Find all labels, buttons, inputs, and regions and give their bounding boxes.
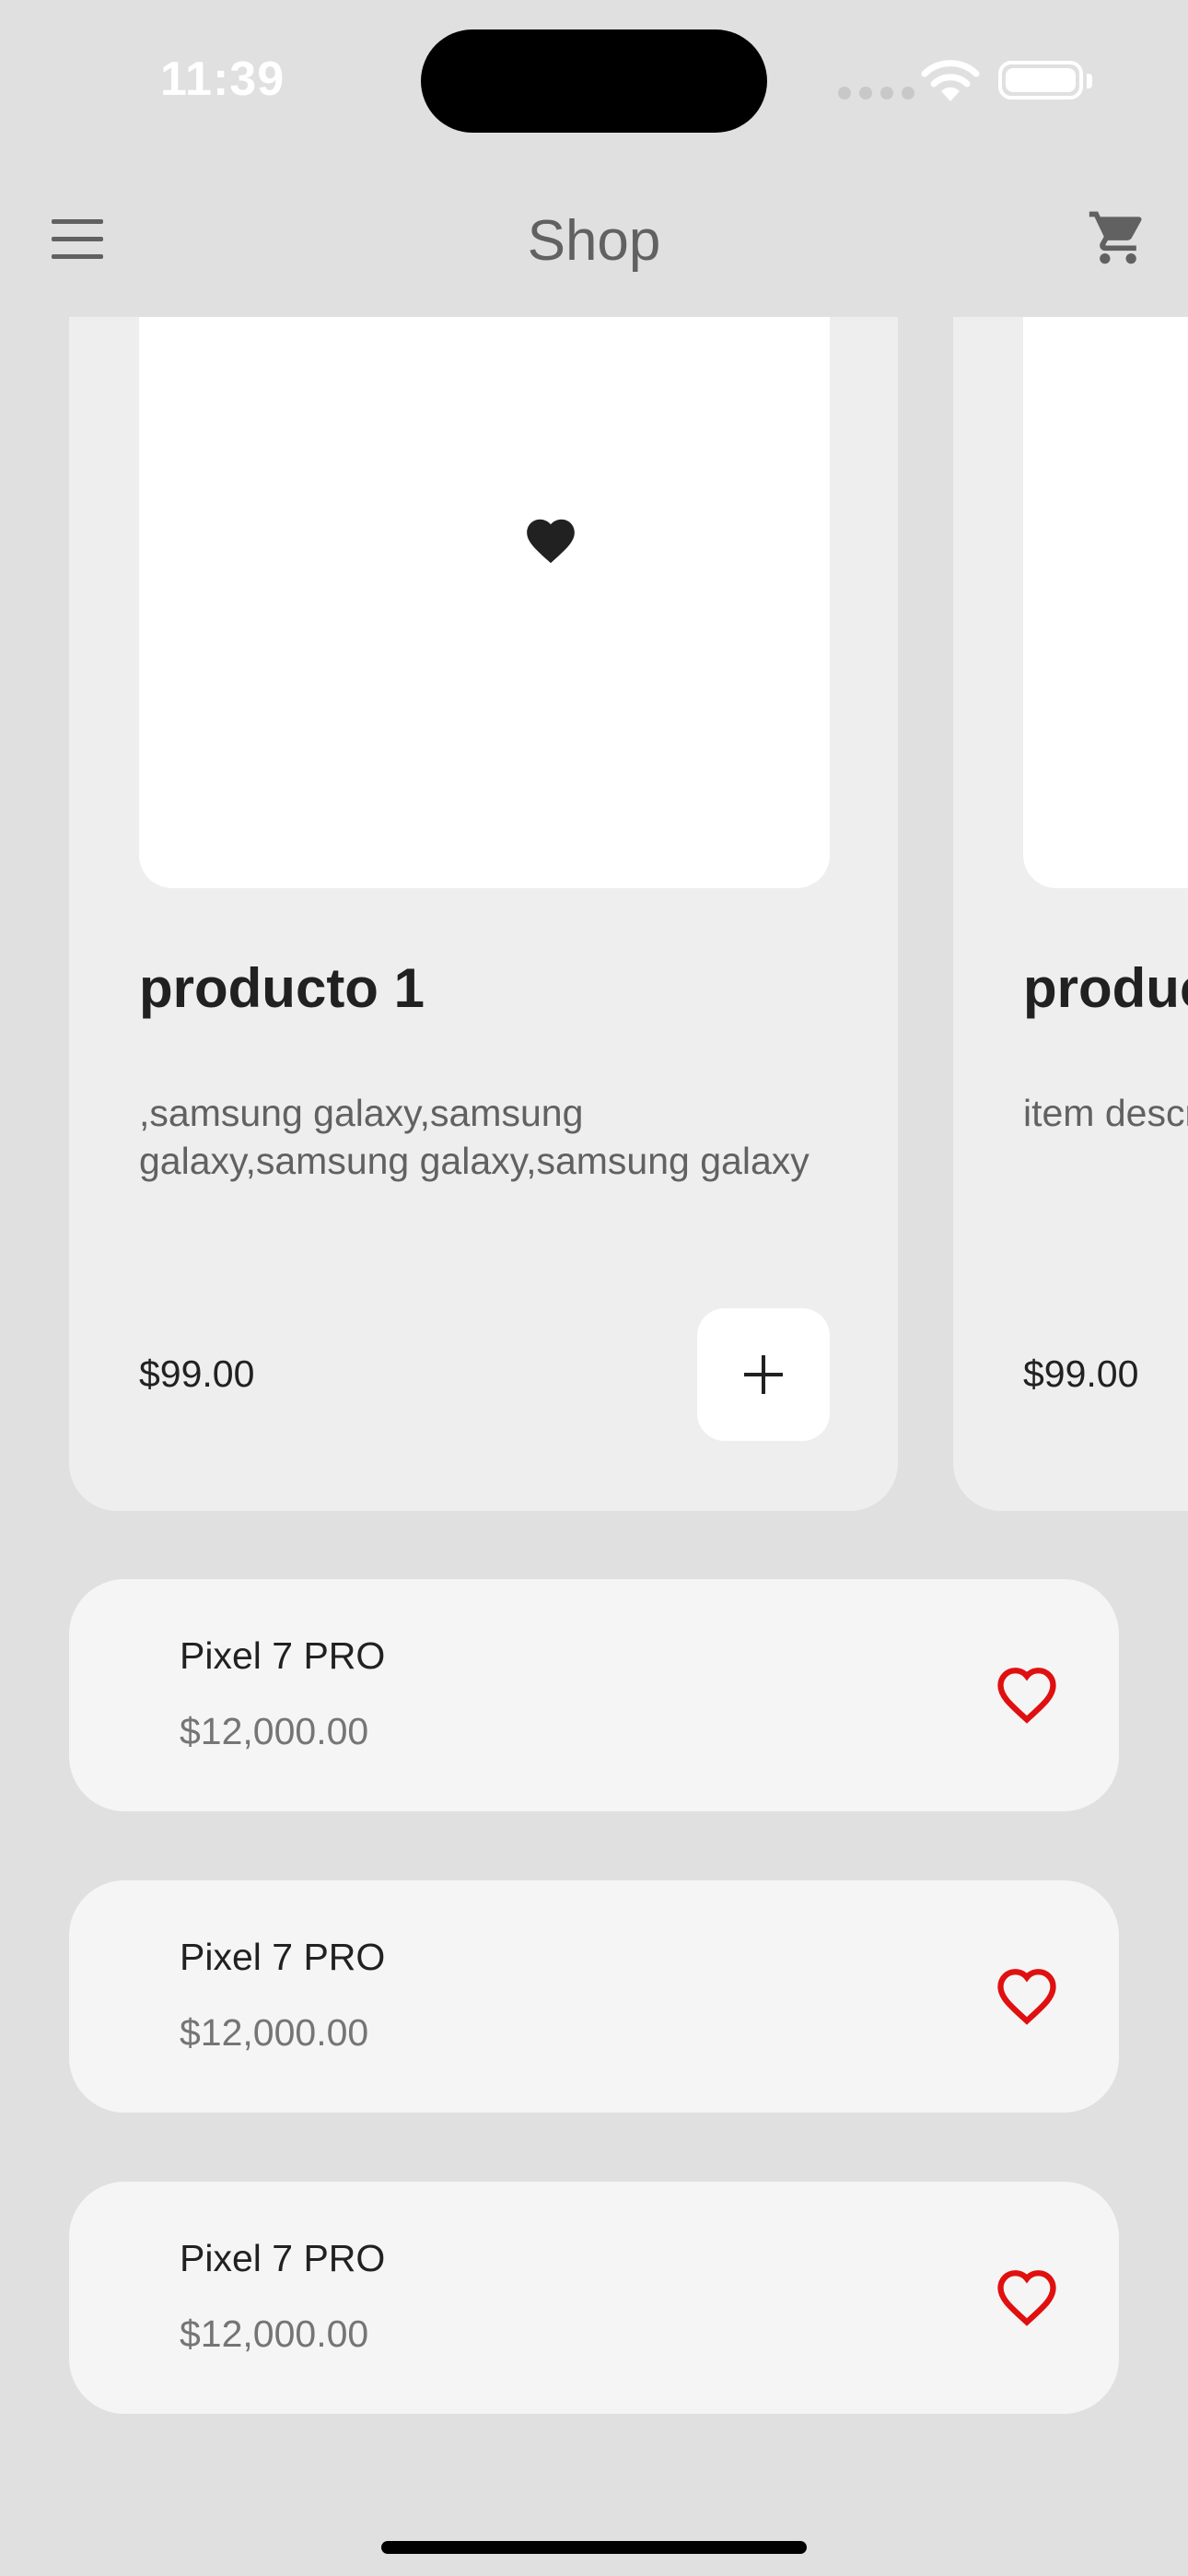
shop-screen: 11:39 Shop producto 1 ,samsung galaxy,sa… [0, 0, 1188, 2576]
product-image [139, 317, 830, 888]
list-item[interactable]: Pixel 7 PRO $12,000.00 [69, 1880, 1119, 2113]
status-time: 11:39 [160, 53, 285, 106]
product-name: producto 1 [139, 957, 425, 1019]
product-card[interactable]: producto 2 item description $99.00 [953, 317, 1188, 1511]
battery-cap [1087, 74, 1092, 88]
product-price: $99.00 [139, 1352, 255, 1395]
wifi-icon [921, 60, 980, 101]
heart-outline-icon[interactable] [992, 1961, 1062, 2026]
product-carousel[interactable]: producto 1 ,samsung galaxy,samsung galax… [0, 317, 1188, 1511]
dynamic-island [421, 29, 767, 133]
battery-icon [998, 61, 1083, 100]
product-price: $99.00 [1023, 1352, 1139, 1395]
page-title: Shop [527, 209, 661, 273]
product-card[interactable]: producto 1 ,samsung galaxy,samsung galax… [69, 317, 898, 1511]
heart-filled-icon[interactable] [522, 512, 579, 569]
list-item[interactable]: Pixel 7 PRO $12,000.00 [69, 2182, 1119, 2414]
list-item-price: $12,000.00 [180, 1710, 369, 1752]
list-item-price: $12,000.00 [180, 2011, 369, 2054]
list-item-title: Pixel 7 PRO [180, 1634, 386, 1677]
list-item-price: $12,000.00 [180, 2313, 369, 2355]
list-item-title: Pixel 7 PRO [180, 2237, 386, 2279]
home-indicator[interactable] [381, 2541, 807, 2554]
product-name: producto 2 [1023, 957, 1188, 1019]
list-item[interactable]: Pixel 7 PRO $12,000.00 [69, 1579, 1119, 1811]
shopping-cart-icon[interactable] [1087, 206, 1149, 269]
product-description: item description [1023, 1092, 1188, 1134]
heart-outline-icon[interactable] [992, 2263, 1062, 2327]
cellular-signal-icon [838, 87, 914, 100]
product-image [1023, 317, 1188, 888]
product-description: ,samsung galaxy,samsung galaxy,samsung g… [139, 1092, 809, 1182]
heart-outline-icon[interactable] [992, 1660, 1062, 1725]
list-item-title: Pixel 7 PRO [180, 1936, 386, 1978]
add-to-cart-button[interactable] [697, 1308, 830, 1441]
